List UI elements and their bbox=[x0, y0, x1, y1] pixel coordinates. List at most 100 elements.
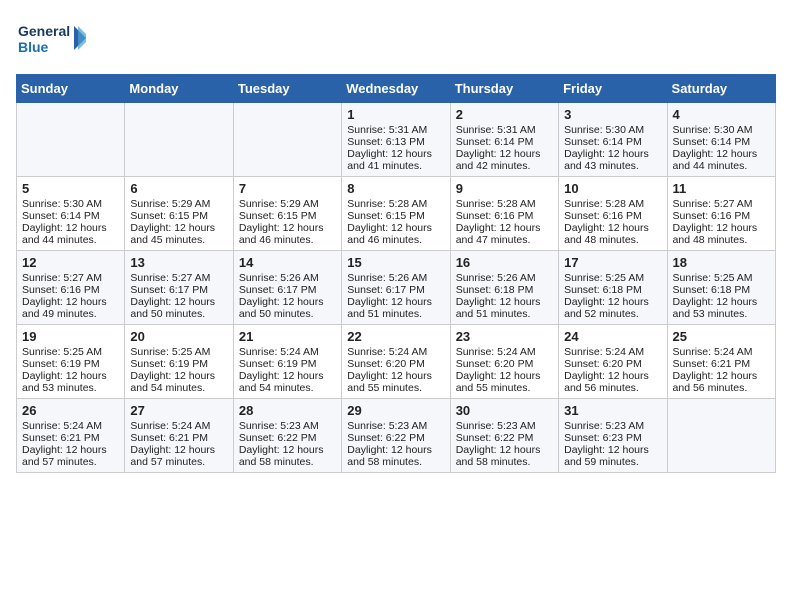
daylight: Daylight: 12 hours and 48 minutes. bbox=[564, 222, 649, 246]
svg-text:General: General bbox=[18, 23, 70, 39]
sunrise: Sunrise: 5:25 AM bbox=[130, 346, 210, 358]
sunset: Sunset: 6:22 PM bbox=[456, 432, 534, 444]
calendar-cell: 13 Sunrise: 5:27 AM Sunset: 6:17 PM Dayl… bbox=[125, 251, 233, 325]
sunrise: Sunrise: 5:27 AM bbox=[130, 272, 210, 284]
day-number: 10 bbox=[564, 181, 661, 196]
calendar-cell: 1 Sunrise: 5:31 AM Sunset: 6:13 PM Dayli… bbox=[342, 103, 450, 177]
sunrise: Sunrise: 5:31 AM bbox=[456, 124, 536, 136]
daylight: Daylight: 12 hours and 46 minutes. bbox=[239, 222, 324, 246]
calendar-cell: 12 Sunrise: 5:27 AM Sunset: 6:16 PM Dayl… bbox=[17, 251, 125, 325]
calendar-cell bbox=[667, 399, 775, 473]
calendar-cell: 6 Sunrise: 5:29 AM Sunset: 6:15 PM Dayli… bbox=[125, 177, 233, 251]
calendar-cell: 10 Sunrise: 5:28 AM Sunset: 6:16 PM Dayl… bbox=[559, 177, 667, 251]
sunrise: Sunrise: 5:24 AM bbox=[673, 346, 753, 358]
day-number: 30 bbox=[456, 403, 553, 418]
day-number: 13 bbox=[130, 255, 227, 270]
calendar-cell: 23 Sunrise: 5:24 AM Sunset: 6:20 PM Dayl… bbox=[450, 325, 558, 399]
header-thursday: Thursday bbox=[450, 75, 558, 103]
sunrise: Sunrise: 5:28 AM bbox=[347, 198, 427, 210]
sunrise: Sunrise: 5:31 AM bbox=[347, 124, 427, 136]
sunrise: Sunrise: 5:29 AM bbox=[239, 198, 319, 210]
day-number: 24 bbox=[564, 329, 661, 344]
daylight: Daylight: 12 hours and 46 minutes. bbox=[347, 222, 432, 246]
daylight: Daylight: 12 hours and 53 minutes. bbox=[673, 296, 758, 320]
sunset: Sunset: 6:13 PM bbox=[347, 136, 425, 148]
day-number: 15 bbox=[347, 255, 444, 270]
calendar-table: SundayMondayTuesdayWednesdayThursdayFrid… bbox=[16, 74, 776, 473]
sunset: Sunset: 6:17 PM bbox=[130, 284, 208, 296]
sunrise: Sunrise: 5:24 AM bbox=[22, 420, 102, 432]
sunset: Sunset: 6:16 PM bbox=[673, 210, 751, 222]
sunrise: Sunrise: 5:27 AM bbox=[22, 272, 102, 284]
daylight: Daylight: 12 hours and 58 minutes. bbox=[239, 444, 324, 468]
daylight: Daylight: 12 hours and 59 minutes. bbox=[564, 444, 649, 468]
daylight: Daylight: 12 hours and 54 minutes. bbox=[239, 370, 324, 394]
daylight: Daylight: 12 hours and 51 minutes. bbox=[347, 296, 432, 320]
daylight: Daylight: 12 hours and 53 minutes. bbox=[22, 370, 107, 394]
header-sunday: Sunday bbox=[17, 75, 125, 103]
day-number: 25 bbox=[673, 329, 770, 344]
calendar-cell: 17 Sunrise: 5:25 AM Sunset: 6:18 PM Dayl… bbox=[559, 251, 667, 325]
sunrise: Sunrise: 5:24 AM bbox=[347, 346, 427, 358]
daylight: Daylight: 12 hours and 57 minutes. bbox=[130, 444, 215, 468]
daylight: Daylight: 12 hours and 43 minutes. bbox=[564, 148, 649, 172]
day-number: 11 bbox=[673, 181, 770, 196]
week-row-1: 5 Sunrise: 5:30 AM Sunset: 6:14 PM Dayli… bbox=[17, 177, 776, 251]
daylight: Daylight: 12 hours and 49 minutes. bbox=[22, 296, 107, 320]
sunrise: Sunrise: 5:25 AM bbox=[564, 272, 644, 284]
sunrise: Sunrise: 5:30 AM bbox=[673, 124, 753, 136]
daylight: Daylight: 12 hours and 50 minutes. bbox=[130, 296, 215, 320]
calendar-cell bbox=[125, 103, 233, 177]
sunset: Sunset: 6:14 PM bbox=[456, 136, 534, 148]
daylight: Daylight: 12 hours and 56 minutes. bbox=[673, 370, 758, 394]
daylight: Daylight: 12 hours and 52 minutes. bbox=[564, 296, 649, 320]
sunrise: Sunrise: 5:30 AM bbox=[564, 124, 644, 136]
day-number: 6 bbox=[130, 181, 227, 196]
day-number: 8 bbox=[347, 181, 444, 196]
week-row-2: 12 Sunrise: 5:27 AM Sunset: 6:16 PM Dayl… bbox=[17, 251, 776, 325]
calendar-cell: 27 Sunrise: 5:24 AM Sunset: 6:21 PM Dayl… bbox=[125, 399, 233, 473]
sunset: Sunset: 6:16 PM bbox=[22, 284, 100, 296]
sunset: Sunset: 6:19 PM bbox=[130, 358, 208, 370]
week-row-4: 26 Sunrise: 5:24 AM Sunset: 6:21 PM Dayl… bbox=[17, 399, 776, 473]
day-number: 28 bbox=[239, 403, 336, 418]
calendar-cell: 9 Sunrise: 5:28 AM Sunset: 6:16 PM Dayli… bbox=[450, 177, 558, 251]
sunrise: Sunrise: 5:28 AM bbox=[564, 198, 644, 210]
day-number: 23 bbox=[456, 329, 553, 344]
calendar-cell: 8 Sunrise: 5:28 AM Sunset: 6:15 PM Dayli… bbox=[342, 177, 450, 251]
sunrise: Sunrise: 5:23 AM bbox=[239, 420, 319, 432]
sunset: Sunset: 6:22 PM bbox=[239, 432, 317, 444]
calendar-cell: 11 Sunrise: 5:27 AM Sunset: 6:16 PM Dayl… bbox=[667, 177, 775, 251]
calendar-cell: 20 Sunrise: 5:25 AM Sunset: 6:19 PM Dayl… bbox=[125, 325, 233, 399]
sunset: Sunset: 6:21 PM bbox=[673, 358, 751, 370]
sunrise: Sunrise: 5:24 AM bbox=[239, 346, 319, 358]
calendar-cell: 26 Sunrise: 5:24 AM Sunset: 6:21 PM Dayl… bbox=[17, 399, 125, 473]
sunset: Sunset: 6:21 PM bbox=[22, 432, 100, 444]
calendar-cell: 2 Sunrise: 5:31 AM Sunset: 6:14 PM Dayli… bbox=[450, 103, 558, 177]
sunrise: Sunrise: 5:23 AM bbox=[347, 420, 427, 432]
day-number: 18 bbox=[673, 255, 770, 270]
header-monday: Monday bbox=[125, 75, 233, 103]
day-number: 17 bbox=[564, 255, 661, 270]
logo-icon: General Blue bbox=[16, 16, 86, 66]
day-number: 16 bbox=[456, 255, 553, 270]
sunrise: Sunrise: 5:25 AM bbox=[673, 272, 753, 284]
sunset: Sunset: 6:18 PM bbox=[673, 284, 751, 296]
header-friday: Friday bbox=[559, 75, 667, 103]
calendar-cell: 29 Sunrise: 5:23 AM Sunset: 6:22 PM Dayl… bbox=[342, 399, 450, 473]
day-number: 4 bbox=[673, 107, 770, 122]
calendar-cell: 16 Sunrise: 5:26 AM Sunset: 6:18 PM Dayl… bbox=[450, 251, 558, 325]
daylight: Daylight: 12 hours and 58 minutes. bbox=[347, 444, 432, 468]
sunset: Sunset: 6:17 PM bbox=[347, 284, 425, 296]
sunrise: Sunrise: 5:24 AM bbox=[130, 420, 210, 432]
day-number: 31 bbox=[564, 403, 661, 418]
sunset: Sunset: 6:20 PM bbox=[564, 358, 642, 370]
sunset: Sunset: 6:20 PM bbox=[347, 358, 425, 370]
day-number: 29 bbox=[347, 403, 444, 418]
header-saturday: Saturday bbox=[667, 75, 775, 103]
sunrise: Sunrise: 5:29 AM bbox=[130, 198, 210, 210]
daylight: Daylight: 12 hours and 51 minutes. bbox=[456, 296, 541, 320]
page-header: General Blue bbox=[16, 16, 776, 66]
svg-text:Blue: Blue bbox=[18, 39, 49, 55]
daylight: Daylight: 12 hours and 55 minutes. bbox=[347, 370, 432, 394]
